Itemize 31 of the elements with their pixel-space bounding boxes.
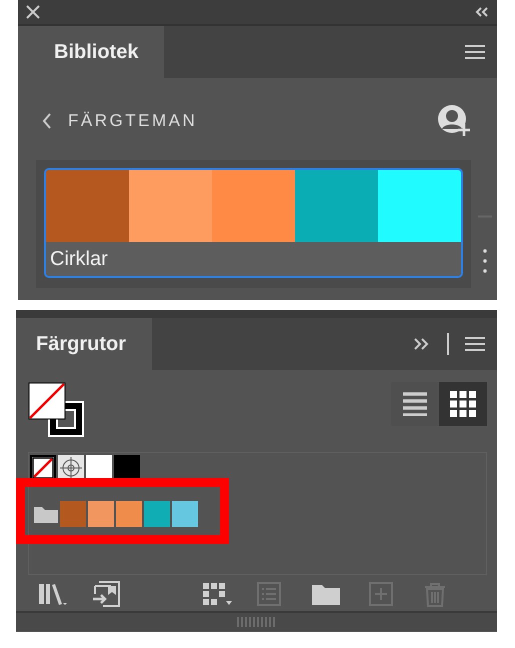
- color-swatch[interactable]: [60, 501, 86, 527]
- section-title: FÄRGTEMAN: [68, 110, 198, 132]
- panel-tab[interactable]: Färgrutor: [16, 318, 152, 370]
- collapse-icon[interactable]: [475, 7, 489, 17]
- close-icon[interactable]: [26, 5, 40, 19]
- import-icon: [92, 581, 122, 607]
- menu-icon[interactable]: [465, 44, 485, 60]
- view-toggle[interactable]: [439, 382, 487, 426]
- swatch-grid-button[interactable]: [202, 581, 232, 607]
- import-button[interactable]: [92, 581, 122, 607]
- color-swatch[interactable]: [88, 501, 114, 527]
- back-icon[interactable]: [42, 113, 52, 129]
- color-swatch[interactable]: [172, 501, 198, 527]
- color-theme-card[interactable]: Cirklar: [44, 168, 463, 278]
- libraries-button[interactable]: [38, 581, 68, 607]
- resize-grip-icon[interactable]: [236, 617, 276, 627]
- swatch-grid-icon: [202, 581, 232, 607]
- list-view-icon: [403, 392, 427, 416]
- none-swatch[interactable]: [30, 455, 56, 481]
- libraries-icon: [38, 581, 68, 607]
- color-swatch[interactable]: [116, 501, 142, 527]
- folder-icon[interactable]: [34, 505, 58, 523]
- more-icon[interactable]: [483, 248, 487, 274]
- theme-name: Cirklar: [46, 242, 461, 276]
- expand-icon[interactable]: [413, 338, 431, 350]
- view-toggle[interactable]: [391, 382, 439, 426]
- add-user-icon[interactable]: [437, 104, 471, 138]
- panel-tab[interactable]: Bibliotek: [18, 26, 164, 78]
- menu-icon[interactable]: [465, 336, 485, 352]
- color-swatch[interactable]: [144, 501, 170, 527]
- grid-view-icon: [450, 391, 476, 417]
